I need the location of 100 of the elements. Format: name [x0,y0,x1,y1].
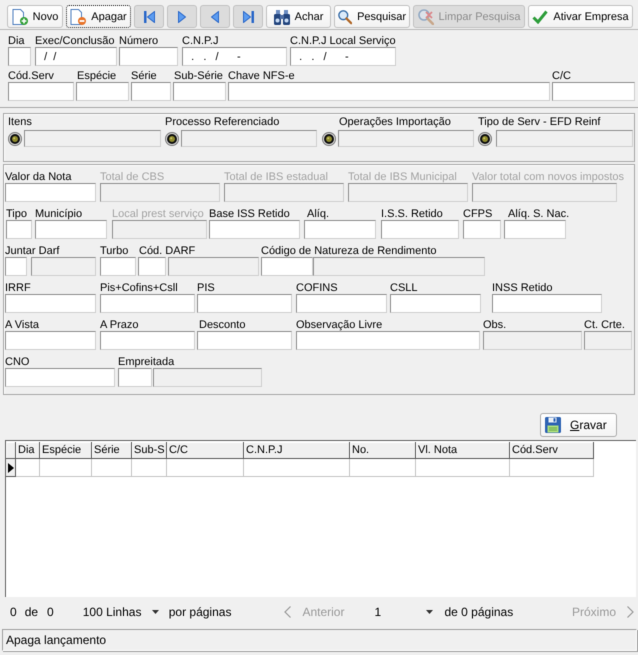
delete-document-icon [70,8,86,24]
text-field[interactable] [5,183,96,202]
text-field[interactable] [131,82,171,101]
field-label: A Vista [5,319,40,331]
record-start-text: 0 [10,605,17,619]
column-header[interactable]: Dia [16,442,40,459]
column-header[interactable]: Vl. Nota [416,442,510,459]
text-field[interactable] [138,257,166,276]
column-header[interactable]: Espécie [40,442,92,459]
column-header[interactable]: Cód.Serv [510,442,594,459]
column-header[interactable]: C/C [167,442,244,459]
text-field[interactable] [118,368,152,387]
page-size-dropdown[interactable]: 100 Linhas [82,602,160,622]
text-field[interactable]: / / [35,47,117,66]
field-label: Empreitada [118,356,174,368]
text-field[interactable] [119,47,178,66]
page-dropdown[interactable]: 1 [374,602,434,622]
indicator-light-icon [8,132,22,146]
field-label: Número [119,35,158,47]
text-field[interactable]: . . / - [182,47,287,66]
text-field[interactable] [552,82,635,101]
text-field[interactable] [100,294,195,313]
column-header[interactable]: Sub-S [132,442,167,459]
text-field[interactable]: . . / - [290,47,396,66]
text-field[interactable] [492,294,602,313]
column-header[interactable]: No. [350,442,416,459]
field-label: C.N.P.J [182,35,218,47]
text-field[interactable] [76,82,129,101]
text-field[interactable] [209,220,300,239]
field-label: IRRF [5,282,31,294]
caret-down-icon [152,610,159,614]
indicator-light-icon [165,132,179,146]
field-label: Ct. Crte. [584,319,625,331]
text-field[interactable] [100,257,136,276]
activate-company-button[interactable]: Ativar Empresa [528,5,633,28]
field-label: CFPS [463,208,492,220]
field-label: Valor total com novos impostos [472,171,624,183]
last-record-button[interactable] [233,5,263,28]
text-field[interactable] [228,82,550,101]
column-header[interactable]: Série [92,442,132,459]
text-field[interactable] [296,294,387,313]
skip-back-icon [144,10,154,22]
field-label: Processo Referenciado [165,116,280,128]
field-label: C/C [552,70,571,82]
text-field[interactable] [5,257,27,276]
skip-forward-icon [242,10,254,22]
text-field[interactable] [463,220,501,239]
field-label: Cód. DARF [139,245,196,257]
search-button[interactable]: Pesquisar [334,5,410,28]
text-field[interactable] [173,82,226,101]
field-label: Local prest serviço [112,208,204,220]
field-label: C.N.P.J Local Serviço [290,35,396,47]
text-field[interactable] [197,294,292,313]
chevron-left-icon [284,606,292,618]
field-label: INSS Retido [492,282,553,294]
text-field[interactable] [304,220,376,239]
table-cell [132,459,167,477]
field-label: Dia [8,35,25,47]
text-field[interactable] [6,220,32,239]
field-label: Itens [8,116,32,128]
table-cell [40,459,92,477]
field-label: Pis+Cofins+Csll [100,282,178,294]
field-label: Total de CBS [100,171,164,183]
text-field[interactable] [261,257,313,276]
field-label: COFINS [296,282,338,294]
search-icon [338,8,352,24]
previous-record-button[interactable] [200,5,230,28]
save-button[interactable]: Gravar [540,413,617,437]
text-field[interactable] [504,220,566,239]
field-label: Município [35,208,82,220]
of-label: de [24,605,38,619]
first-record-button[interactable] [134,5,164,28]
field-label: Total de IBS estadual [224,171,328,183]
caret-down-icon [426,610,434,614]
field-label: Turbo [100,245,128,257]
text-field[interactable] [5,368,115,387]
delete-button[interactable]: Apagar [66,5,131,28]
status-text: Apaga lançamento [6,633,106,647]
text-field[interactable] [8,47,31,66]
text-field[interactable] [390,294,481,313]
next-record-button[interactable] [167,5,197,28]
field-label: Alíq. S. Nac. [508,208,570,220]
text-field[interactable] [8,82,74,101]
text-field[interactable] [197,331,292,350]
field-label: Chave NFS-e [228,70,295,82]
field-label: Obs. [483,319,506,331]
column-header[interactable]: C.N.P.J [244,442,350,459]
text-field[interactable] [100,331,195,350]
field-label: PIS [197,282,215,294]
find-button[interactable]: Achar [266,5,331,28]
text-field[interactable] [35,220,107,239]
field-label: Cód.Serv [8,70,54,82]
new-button[interactable]: Novo [7,5,63,28]
per-page-label: por páginas [168,605,232,619]
text-field[interactable] [381,220,459,239]
field-label: I.S.S. Retido [381,208,443,220]
field-label: Espécie [77,70,116,82]
text-field[interactable] [5,294,96,313]
text-field[interactable] [5,331,96,350]
text-field[interactable] [296,331,480,350]
